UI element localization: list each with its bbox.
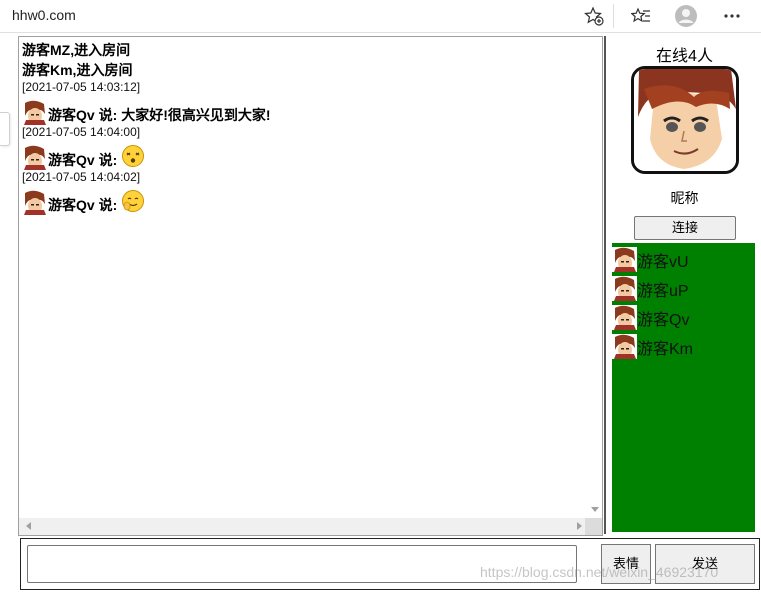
connect-button[interactable]: 连接 bbox=[634, 216, 736, 240]
user-name: 游客uP bbox=[637, 283, 689, 300]
user-avatar-icon bbox=[22, 190, 47, 215]
message-input[interactable] bbox=[27, 545, 577, 583]
nickname-label: 昵称 bbox=[670, 190, 699, 206]
scroll-right-icon[interactable] bbox=[577, 522, 582, 530]
sidebar-toggle[interactable] bbox=[0, 112, 10, 146]
waving-hand-face-emoji-icon bbox=[122, 190, 145, 212]
message-timestamp: [2021-07-05 14:04:02] bbox=[22, 170, 141, 184]
message-speaker: 游客Qv 说: bbox=[48, 107, 118, 123]
message-timestamp: [2021-07-05 14:04:00] bbox=[22, 125, 141, 139]
message-text: 大家好!很高兴见到大家! bbox=[121, 107, 271, 123]
user-avatar-icon bbox=[612, 276, 637, 301]
chat-message: 游客Qv 说: 大家好!很高兴见到大家! bbox=[22, 95, 582, 125]
user-name: 游客Km bbox=[637, 341, 694, 358]
system-message: 游客MZ,进入房间 bbox=[22, 42, 131, 58]
send-button[interactable]: 发送 bbox=[655, 544, 755, 584]
user-avatar-icon bbox=[612, 334, 637, 359]
vertical-scrollbar[interactable] bbox=[586, 37, 602, 518]
composer: 表情 发送 bbox=[20, 538, 760, 590]
user-list-item[interactable]: 游客Km bbox=[612, 330, 755, 359]
scroll-down-icon[interactable] bbox=[591, 507, 599, 512]
system-message: 游客Km,进入房间 bbox=[22, 62, 133, 78]
anime-avatar-icon bbox=[634, 69, 736, 171]
user-list-item[interactable]: 游客uP bbox=[612, 272, 755, 301]
message-timestamp: [2021-07-05 14:03:12] bbox=[22, 80, 141, 94]
user-list-item[interactable]: 游客Qv bbox=[612, 301, 755, 330]
message-speaker: 游客Qv 说: bbox=[48, 197, 118, 213]
user-name: 游客Qv bbox=[637, 312, 690, 329]
user-list-item[interactable]: 游客vU bbox=[612, 243, 755, 272]
address-bar[interactable]: hhw0.com bbox=[12, 7, 76, 23]
user-avatar-icon bbox=[612, 305, 637, 330]
more-icon[interactable] bbox=[718, 2, 746, 30]
horizontal-scrollbar[interactable] bbox=[19, 518, 602, 535]
user-avatar-icon bbox=[22, 145, 47, 170]
user-name: 游客vU bbox=[637, 254, 689, 271]
chat-log[interactable]: 游客MZ,进入房间 游客Km,进入房间 [2021-07-05 14:03:12… bbox=[18, 36, 603, 536]
user-avatar-icon bbox=[22, 100, 47, 125]
add-favorite-icon[interactable] bbox=[580, 2, 608, 30]
chat-message: 游客Qv 说: bbox=[22, 140, 582, 170]
dizzy-face-emoji-icon bbox=[122, 145, 145, 167]
scrollbar-corner bbox=[585, 518, 602, 535]
current-user-avatar[interactable] bbox=[631, 66, 739, 174]
online-user-list: 游客vU 游客uP 游客Qv 游客Km bbox=[612, 243, 755, 532]
scroll-left-icon[interactable] bbox=[26, 522, 31, 530]
user-avatar-icon bbox=[612, 247, 637, 272]
favorites-icon[interactable] bbox=[627, 2, 655, 30]
toolbar-divider bbox=[613, 4, 614, 28]
message-speaker: 游客Qv 说: bbox=[48, 152, 118, 168]
online-panel: 在线4人 昵称 连接 游客vU 游客uP 游客Qv 游客Km bbox=[604, 36, 761, 534]
profile-icon[interactable] bbox=[672, 2, 700, 30]
online-count: 在线4人 bbox=[656, 48, 713, 65]
browser-toolbar: hhw0.com bbox=[0, 0, 761, 33]
chat-message: 游客Qv 说: bbox=[22, 185, 582, 215]
emoji-button[interactable]: 表情 bbox=[601, 544, 651, 584]
